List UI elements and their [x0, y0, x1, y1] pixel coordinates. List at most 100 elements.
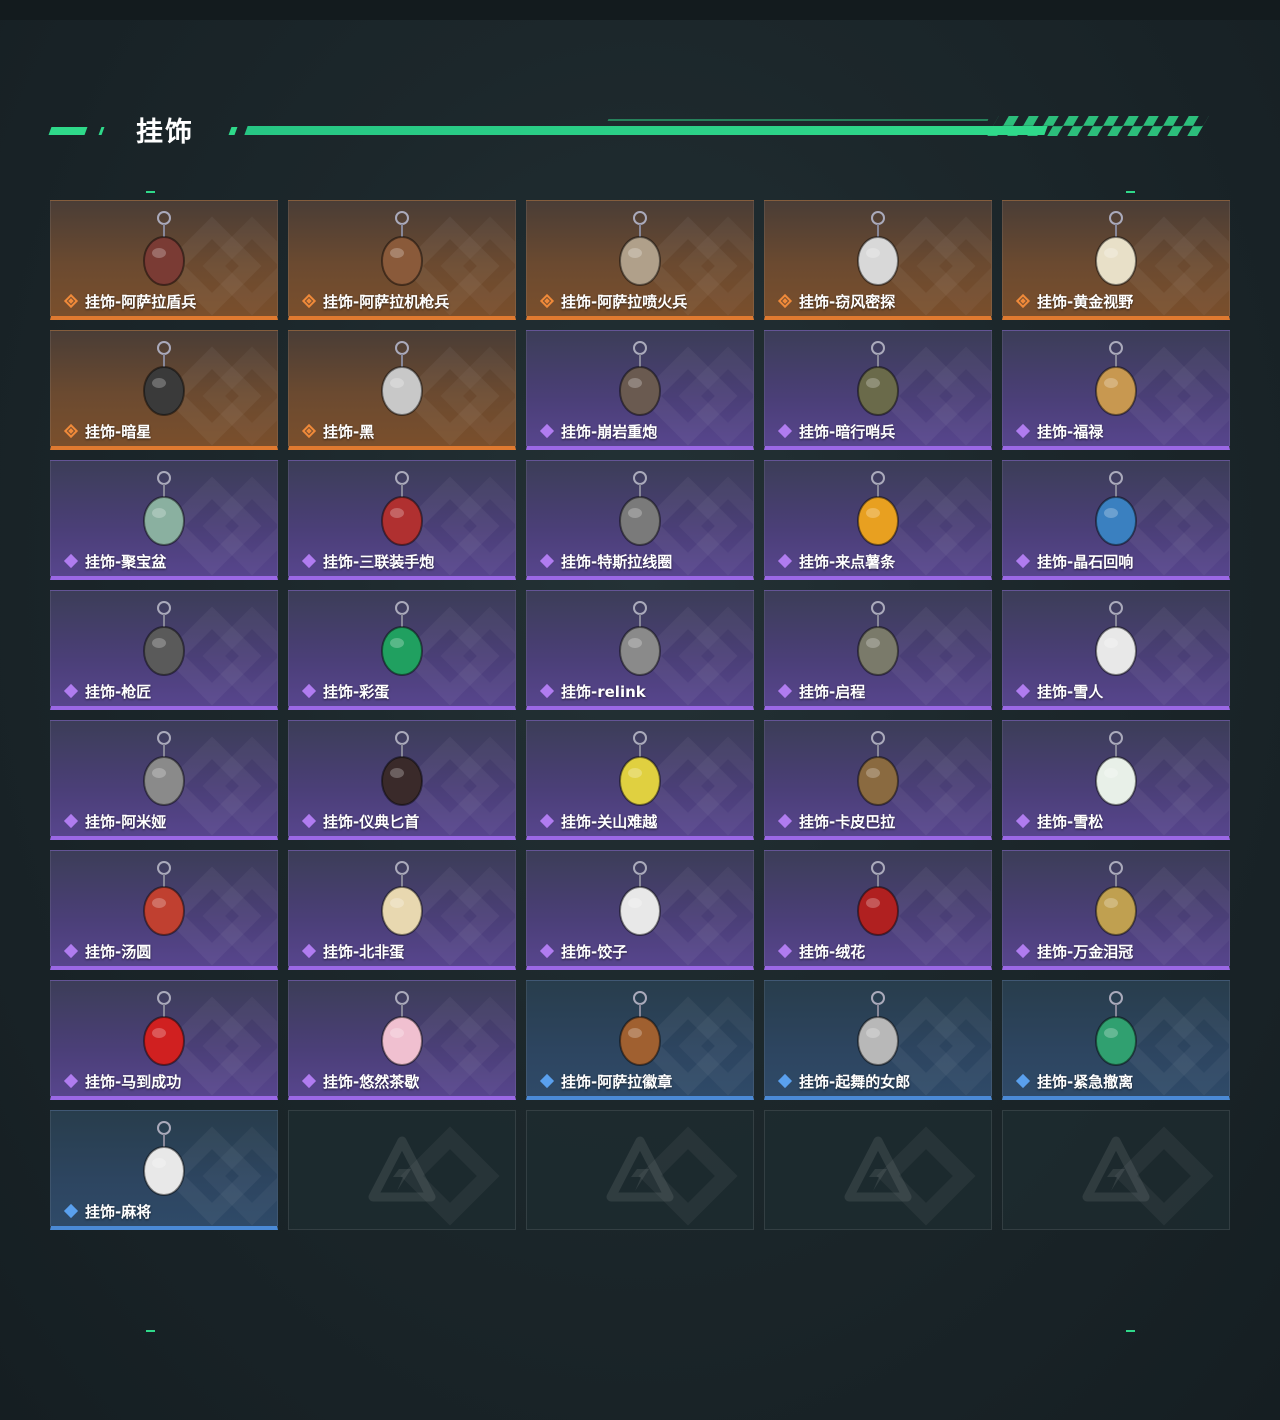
compass-medal-icon [857, 601, 899, 676]
item-name: 挂饰-仪典匕首 [323, 812, 420, 831]
item-label-row: 挂饰-三联装手炮 [301, 550, 434, 572]
item-card[interactable]: 挂饰-雪松 [1002, 720, 1230, 840]
rarity-diamond-icon [777, 813, 793, 829]
item-card[interactable]: 挂饰-绒花 [764, 850, 992, 970]
item-label-row: 挂饰-雪松 [1015, 810, 1103, 832]
sentry-soldier-icon [857, 341, 899, 416]
item-card[interactable]: 挂饰-阿萨拉徽章 [526, 980, 754, 1100]
cupcake-icon [381, 991, 423, 1066]
item-label-row: 挂饰-枪匠 [63, 680, 151, 702]
item-card[interactable]: 挂饰-启程 [764, 590, 992, 710]
item-name: 挂饰-枪匠 [85, 682, 152, 701]
empty-slot [1002, 1110, 1230, 1230]
relink-medal-icon [619, 601, 661, 676]
item-card[interactable]: 挂饰-阿萨拉盾兵 [50, 200, 278, 320]
item-label-row: 挂饰-彩蛋 [301, 680, 389, 702]
item-card[interactable]: 挂饰-汤圆 [50, 850, 278, 970]
item-name: 挂饰-三联装手炮 [323, 552, 435, 571]
item-name: 挂饰-崩岩重炮 [561, 422, 658, 441]
item-card[interactable]: 挂饰-悠然茶歇 [288, 980, 516, 1100]
corner-tick [146, 1330, 155, 1332]
item-card[interactable]: 挂饰-黄金视野 [1002, 200, 1230, 320]
item-label-row: 挂饰-卡皮巴拉 [777, 810, 895, 832]
shakshuka-icon [381, 861, 423, 936]
item-card[interactable]: 挂饰-马到成功 [50, 980, 278, 1100]
item-card[interactable]: 挂饰-窃风密探 [764, 200, 992, 320]
placeholder-logo-icon [844, 1136, 912, 1202]
rarity-diamond-icon [777, 423, 793, 439]
item-card[interactable]: 挂饰-起舞的女郎 [764, 980, 992, 1100]
rarity-diamond-icon [301, 683, 317, 699]
rarity-diamond-icon [1015, 553, 1031, 569]
header-accent-tick [98, 127, 105, 135]
item-name: 挂饰-relink [561, 682, 646, 701]
item-label-row: 挂饰-关山难越 [539, 810, 657, 832]
rarity-diamond-icon [777, 293, 793, 309]
item-name: 挂饰-起舞的女郎 [799, 1072, 911, 1091]
section-title: 挂饰 [136, 117, 194, 148]
tesla-coil-icon [619, 471, 661, 546]
item-card[interactable]: 挂饰-暗星 [50, 330, 278, 450]
rarity-diamond-icon [301, 423, 317, 439]
item-card[interactable]: 挂饰-阿萨拉机枪兵 [288, 200, 516, 320]
rarity-diamond-icon [1015, 423, 1031, 439]
item-card[interactable]: 挂饰-北非蛋 [288, 850, 516, 970]
item-card[interactable]: 挂饰-万金泪冠 [1002, 850, 1230, 970]
item-card[interactable]: 挂饰-来点薯条 [764, 460, 992, 580]
item-label-row: 挂饰-窃风密探 [777, 290, 895, 312]
top-strip [0, 0, 1280, 20]
item-card[interactable]: 挂饰-聚宝盆 [50, 460, 278, 580]
item-label-row: 挂饰-万金泪冠 [1015, 940, 1133, 962]
item-name: 挂饰-雪人 [1037, 682, 1104, 701]
item-card[interactable]: 挂饰-阿米娅 [50, 720, 278, 840]
item-card[interactable]: 挂饰-福禄 [1002, 330, 1230, 450]
fries-icon [857, 471, 899, 546]
robot-soldier-icon [143, 211, 185, 286]
emblem-icon [619, 991, 661, 1066]
pine-tree-icon [1095, 731, 1137, 806]
item-label-row: 挂饰-仪典匕首 [301, 810, 419, 832]
corner-tick [1126, 1330, 1135, 1332]
item-card[interactable]: 挂饰-卡皮巴拉 [764, 720, 992, 840]
item-card[interactable]: 挂饰-暗行哨兵 [764, 330, 992, 450]
rarity-diamond-icon [63, 813, 79, 829]
item-label-row: 挂饰-阿萨拉喷火兵 [539, 290, 687, 312]
item-card[interactable]: 挂饰-relink [526, 590, 754, 710]
item-card[interactable]: 挂饰-三联装手炮 [288, 460, 516, 580]
canister-icon [619, 731, 661, 806]
rarity-diamond-icon [1015, 1073, 1031, 1089]
item-name: 挂饰-聚宝盆 [85, 552, 167, 571]
horse-icon [143, 991, 185, 1066]
item-card[interactable]: 挂饰-特斯拉线圈 [526, 460, 754, 580]
item-card[interactable]: 挂饰-饺子 [526, 850, 754, 970]
item-card[interactable]: 挂饰-阿萨拉喷火兵 [526, 200, 754, 320]
item-label-row: 挂饰-来点薯条 [777, 550, 895, 572]
item-name: 挂饰-阿萨拉盾兵 [85, 292, 197, 311]
item-card[interactable]: 挂饰-枪匠 [50, 590, 278, 710]
dancer-icon [857, 991, 899, 1066]
corner-tick [146, 191, 155, 193]
item-name: 挂饰-黄金视野 [1037, 292, 1134, 311]
item-card[interactable]: 挂饰-紧急撤离 [1002, 980, 1230, 1100]
white-creature-icon [1095, 211, 1137, 286]
item-label-row: 挂饰-起舞的女郎 [777, 1070, 910, 1092]
header-checker-pattern [987, 116, 1209, 136]
item-card[interactable]: 挂饰-仪典匕首 [288, 720, 516, 840]
item-card[interactable]: 挂饰-崩岩重炮 [526, 330, 754, 450]
item-card[interactable]: 挂饰-雪人 [1002, 590, 1230, 710]
item-label-row: 挂饰-紧急撤离 [1015, 1070, 1133, 1092]
rarity-diamond-icon [539, 813, 555, 829]
gunsmith-badge-icon [143, 601, 185, 676]
placeholder-logo-icon [368, 1136, 436, 1202]
item-card[interactable]: 挂饰-关山难越 [526, 720, 754, 840]
rarity-diamond-icon [539, 683, 555, 699]
rarity-diamond-icon [63, 943, 79, 959]
item-card[interactable]: 挂饰-麻将 [50, 1110, 278, 1230]
item-card[interactable]: 挂饰-黑 [288, 330, 516, 450]
item-name: 挂饰-关山难越 [561, 812, 658, 831]
rarity-diamond-icon [301, 293, 317, 309]
item-card[interactable]: 挂饰-彩蛋 [288, 590, 516, 710]
item-label-row: 挂饰-阿米娅 [63, 810, 166, 832]
item-card[interactable]: 挂饰-晶石回响 [1002, 460, 1230, 580]
header-accent-tick-2 [228, 127, 238, 135]
